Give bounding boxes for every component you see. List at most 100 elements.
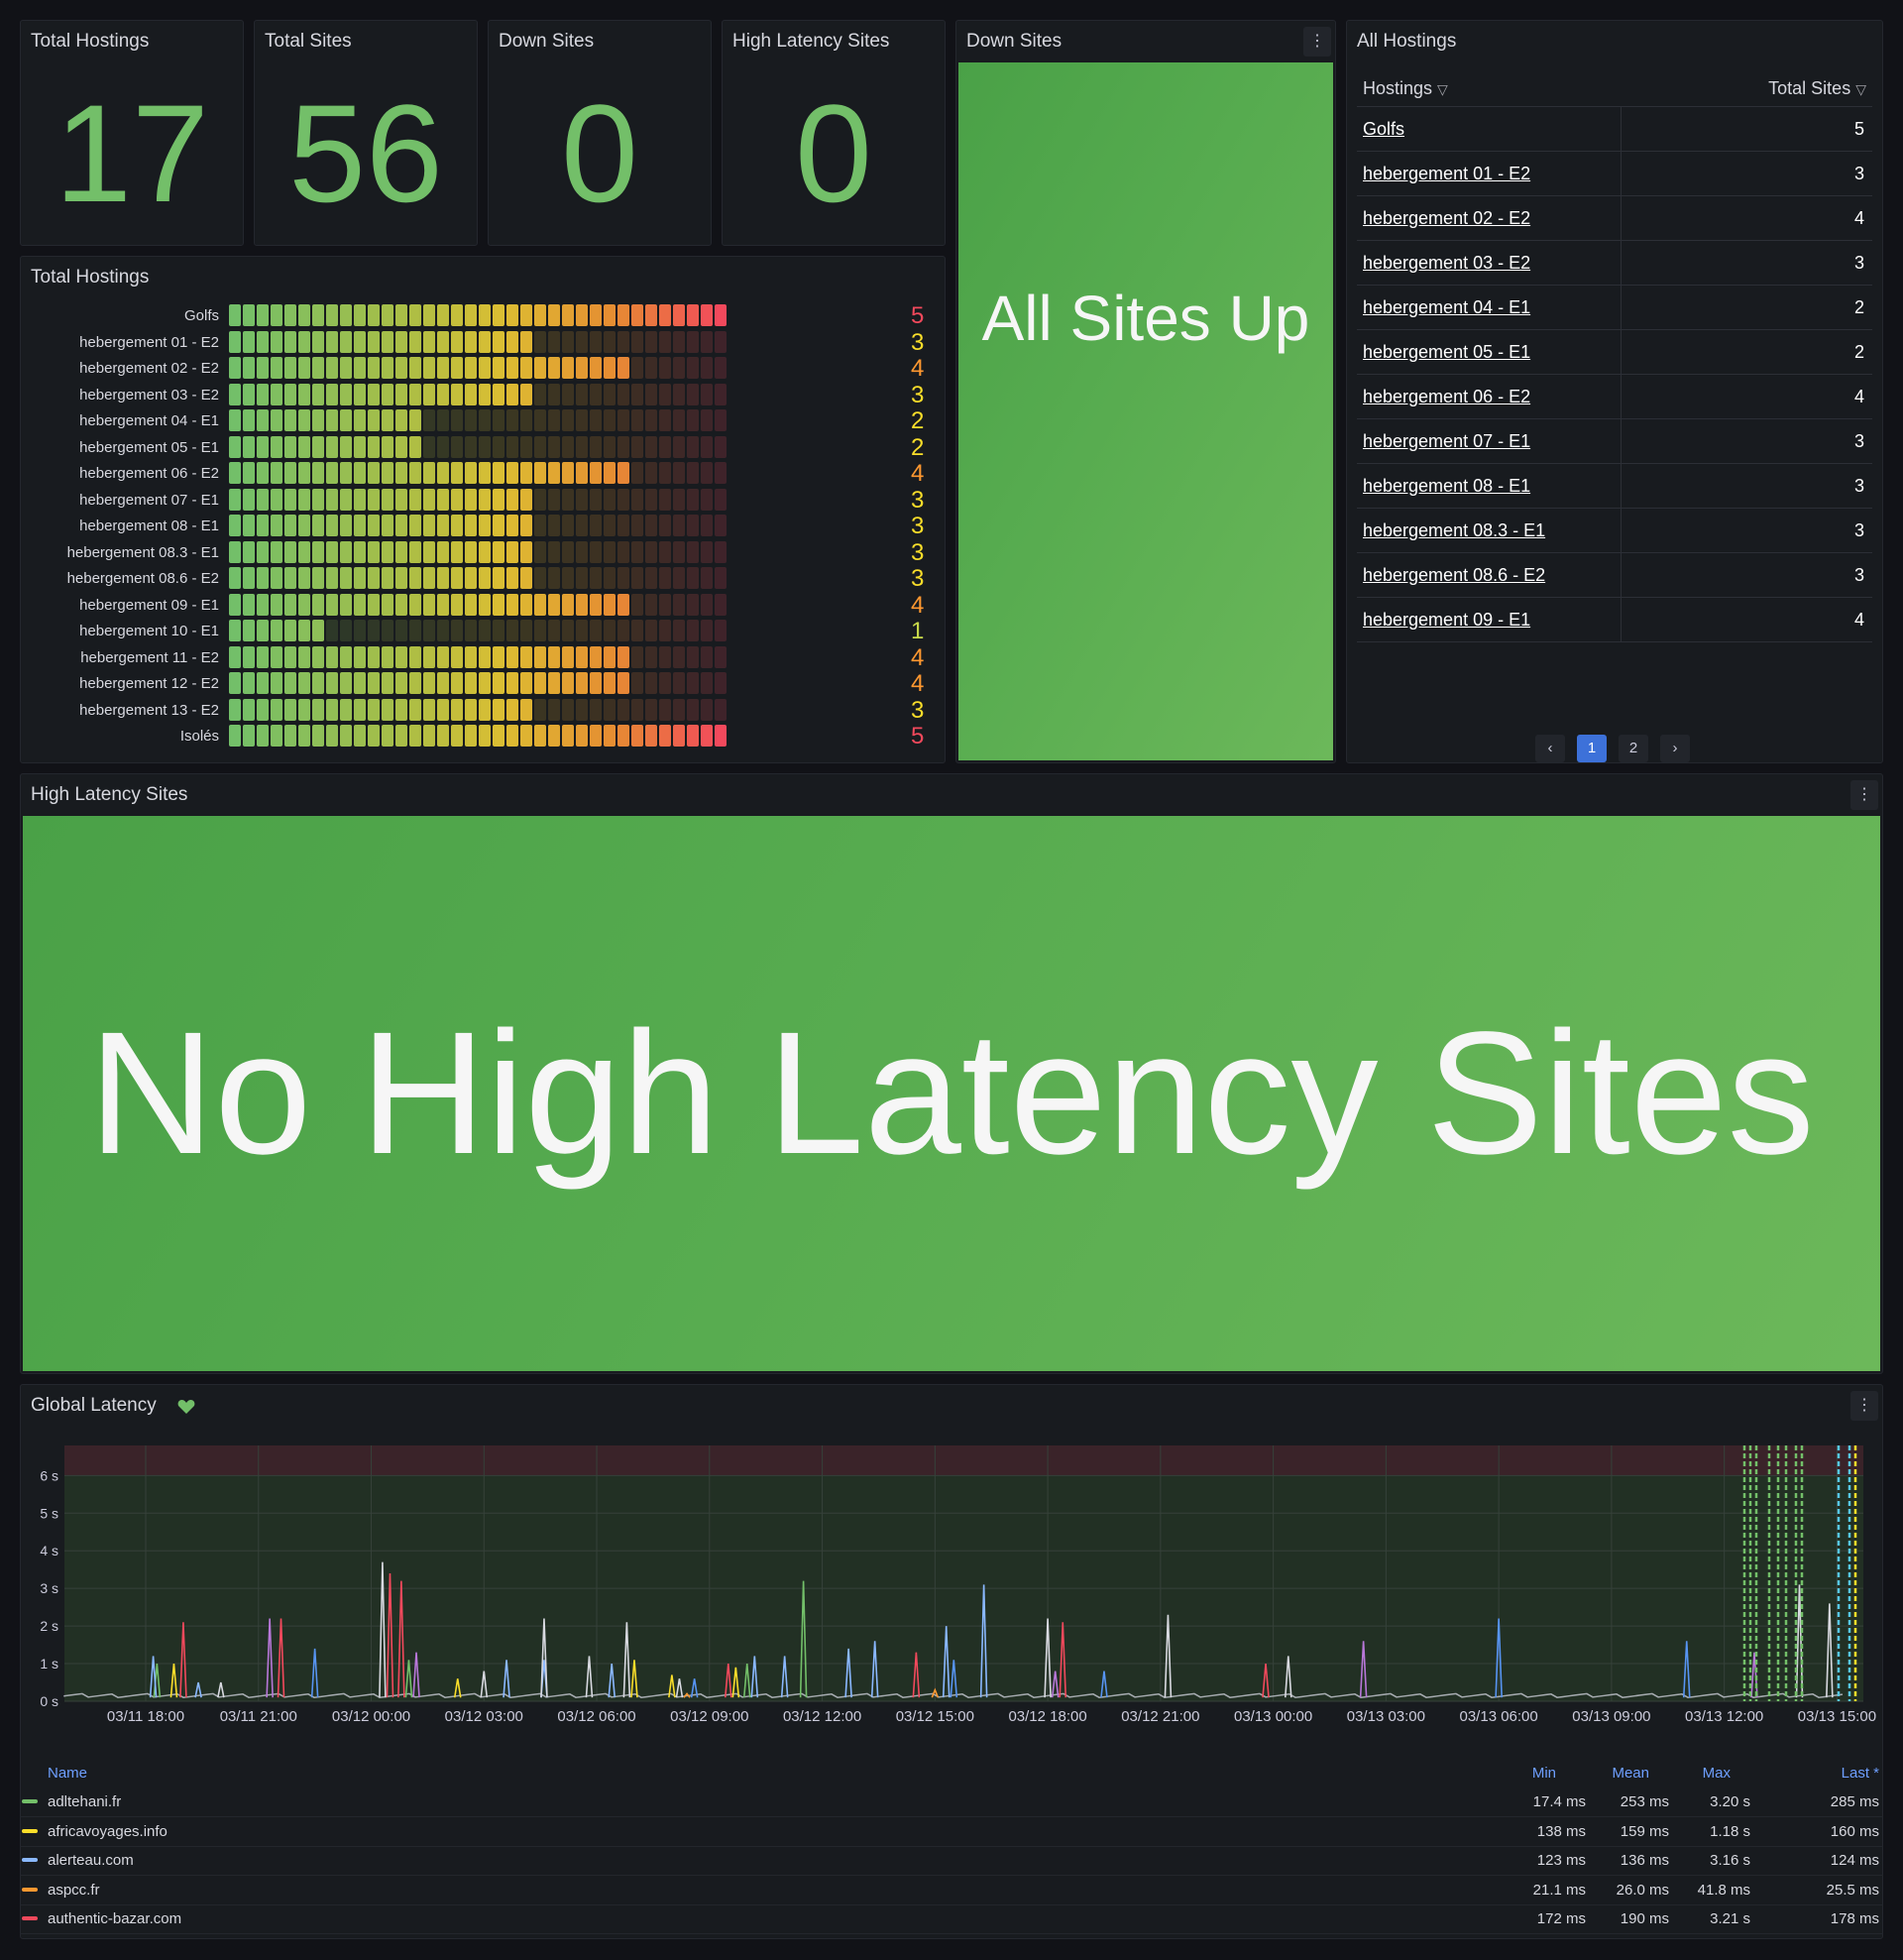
legend-header-max[interactable]: Max <box>1703 1765 1731 1782</box>
panel-high-latency-sites[interactable]: High Latency Sites ⋮ No High Latency Sit… <box>20 773 1883 1374</box>
hosting-link[interactable]: hebergement 08.6 - E2 <box>1363 565 1545 586</box>
series-color-swatch <box>22 1916 38 1920</box>
bargauge-cell <box>548 304 560 326</box>
bargauge-cell <box>479 698 491 721</box>
column-header-total-sites[interactable]: Total Sites ▽ <box>1768 78 1866 99</box>
hosting-link[interactable]: hebergement 02 - E2 <box>1363 208 1530 229</box>
hosting-link[interactable]: hebergement 01 - E2 <box>1363 164 1530 184</box>
legend-item[interactable]: alerteau.com 123 ms 136 ms 3.16 s 124 ms <box>20 1846 1883 1876</box>
hosting-link[interactable]: hebergement 08 - E1 <box>1363 476 1530 497</box>
bargauge-cell <box>701 383 713 405</box>
bargauge-cell <box>687 540 699 563</box>
bargauge-cell <box>451 304 463 326</box>
bargauge-cell <box>368 462 380 484</box>
bargauge-cell <box>229 725 241 747</box>
stat-total-sites[interactable]: Total Sites 56 <box>254 20 478 246</box>
bargauge-cell <box>271 435 282 458</box>
stat-total-hostings[interactable]: Total Hostings 17 <box>20 20 244 246</box>
bargauge-row-label: hebergement 08 - E1 <box>79 518 219 534</box>
bargauge-cell <box>451 540 463 563</box>
filter-icon[interactable]: ▽ <box>1437 81 1448 97</box>
column-divider <box>1621 509 1622 552</box>
hosting-link[interactable]: hebergement 08.3 - E1 <box>1363 520 1545 541</box>
bargauge-cell <box>659 383 671 405</box>
bargauge-cell <box>520 515 532 536</box>
bargauge-cell <box>715 383 727 405</box>
bargauge-cell <box>479 330 491 353</box>
bargauge-total-hostings[interactable]: Total Hostings Golfs 5 hebergement 01 - E2… <box>20 256 946 763</box>
bargauge-row-value: 3 <box>911 381 925 408</box>
bargauge-row: hebergement 09 - E1 4 <box>31 592 933 619</box>
legend-header-last[interactable]: Last * <box>1842 1765 1879 1782</box>
panel-down-sites[interactable]: Down Sites ⋮ All Sites Up <box>955 20 1336 763</box>
bargauge-cell <box>520 383 532 405</box>
bargauge-cell <box>645 725 657 747</box>
bargauge-cell <box>645 698 657 721</box>
bargauge-cell <box>715 620 727 641</box>
bargauge-cell <box>298 620 310 641</box>
legend-item[interactable]: authentic-bazar.com 172 ms 190 ms 3.21 s 178… <box>20 1904 1883 1934</box>
legend-item[interactable]: adltehani.fr 17.4 ms 253 ms 3.20 s 285 ms <box>20 1787 1883 1817</box>
bargauge-cell <box>409 357 421 379</box>
table-row: hebergement 03 - E2 3 <box>1357 241 1872 286</box>
hosting-link[interactable]: hebergement 06 - E2 <box>1363 387 1530 407</box>
latency-chart[interactable]: 0 s 1 s 2 s 3 s 4 s 5 s 6 s 03/11 18:00 03/11 21… <box>20 1430 1883 1727</box>
bargauge-cell <box>368 304 380 326</box>
hosting-link[interactable]: hebergement 09 - E1 <box>1363 610 1530 631</box>
column-header-hostings[interactable]: Hostings ▽ <box>1363 78 1448 99</box>
stat-down-sites[interactable]: Down Sites 0 <box>488 20 712 246</box>
bargauge-cell <box>340 462 352 484</box>
legend-header-min[interactable]: Min <box>1532 1765 1556 1782</box>
bargauge-cell <box>576 515 588 536</box>
bargauge-cell <box>340 383 352 405</box>
bargauge-cell <box>631 435 643 458</box>
bargauge-cell <box>562 540 574 563</box>
table-row: hebergement 08.6 - E2 3 <box>1357 553 1872 598</box>
bargauge-cell <box>257 567 269 589</box>
panel-menu-icon[interactable]: ⋮ <box>1303 27 1331 57</box>
hosting-link[interactable]: hebergement 04 - E1 <box>1363 297 1530 318</box>
bargauge-cell <box>604 357 616 379</box>
series-min: 17.4 ms <box>1532 1793 1586 1810</box>
prev-page-button[interactable]: ‹ <box>1535 735 1565 762</box>
hosting-link[interactable]: hebergement 05 - E1 <box>1363 342 1530 363</box>
legend-header-name[interactable]: Name <box>48 1765 87 1782</box>
bargauge-cell <box>493 488 504 511</box>
bargauge-cell <box>520 357 532 379</box>
legend-item[interactable]: aspcc.fr 21.1 ms 26.0 ms 41.8 ms 25.5 ms <box>20 1876 1883 1905</box>
next-page-button[interactable]: › <box>1660 735 1690 762</box>
filter-icon[interactable]: ▽ <box>1855 81 1866 97</box>
page-button-2[interactable]: 2 <box>1619 735 1648 762</box>
bargauge-cell <box>715 698 727 721</box>
bargauge-cell <box>590 409 602 431</box>
bargauge-cell <box>548 672 560 694</box>
bargauge-cell <box>631 409 643 431</box>
legend-header-mean[interactable]: Mean <box>1612 1765 1649 1782</box>
bargauge-cell <box>451 435 463 458</box>
panel-menu-icon[interactable]: ⋮ <box>1850 1391 1878 1421</box>
bargauge-cell <box>715 645 727 668</box>
bargauge-cell <box>604 304 616 326</box>
legend-item[interactable]: africavoyages.info 138 ms 159 ms 1.18 s 160 … <box>20 1817 1883 1847</box>
bargauge-cell <box>257 725 269 747</box>
bargauge-cell <box>229 462 241 484</box>
bargauge-cell <box>604 409 616 431</box>
bargauge-cell <box>465 304 477 326</box>
hosting-link[interactable]: hebergement 07 - E1 <box>1363 431 1530 452</box>
bargauge-cell <box>701 593 713 616</box>
bargauge-cell <box>395 409 407 431</box>
bargauge-cell <box>493 567 504 589</box>
page-button-1[interactable]: 1 <box>1577 735 1607 762</box>
bargauge-row: hebergement 12 - E2 4 <box>31 670 933 697</box>
hosting-link[interactable]: Golfs <box>1363 119 1404 140</box>
bargauge-cell <box>340 593 352 616</box>
hosting-link[interactable]: hebergement 03 - E2 <box>1363 253 1530 274</box>
bargauge-cell <box>659 357 671 379</box>
stat-high-latency-sites[interactable]: High Latency Sites 0 <box>722 20 946 246</box>
series-name: aspcc.fr <box>48 1881 100 1899</box>
bargauge-cell <box>576 409 588 431</box>
panel-all-hostings[interactable]: All Hostings Hostings ▽ Total Sites ▽ ‹ … <box>1346 20 1883 763</box>
panel-menu-icon[interactable]: ⋮ <box>1850 780 1878 810</box>
bargauge-cell <box>617 330 629 353</box>
stat-value: 0 <box>795 75 872 231</box>
